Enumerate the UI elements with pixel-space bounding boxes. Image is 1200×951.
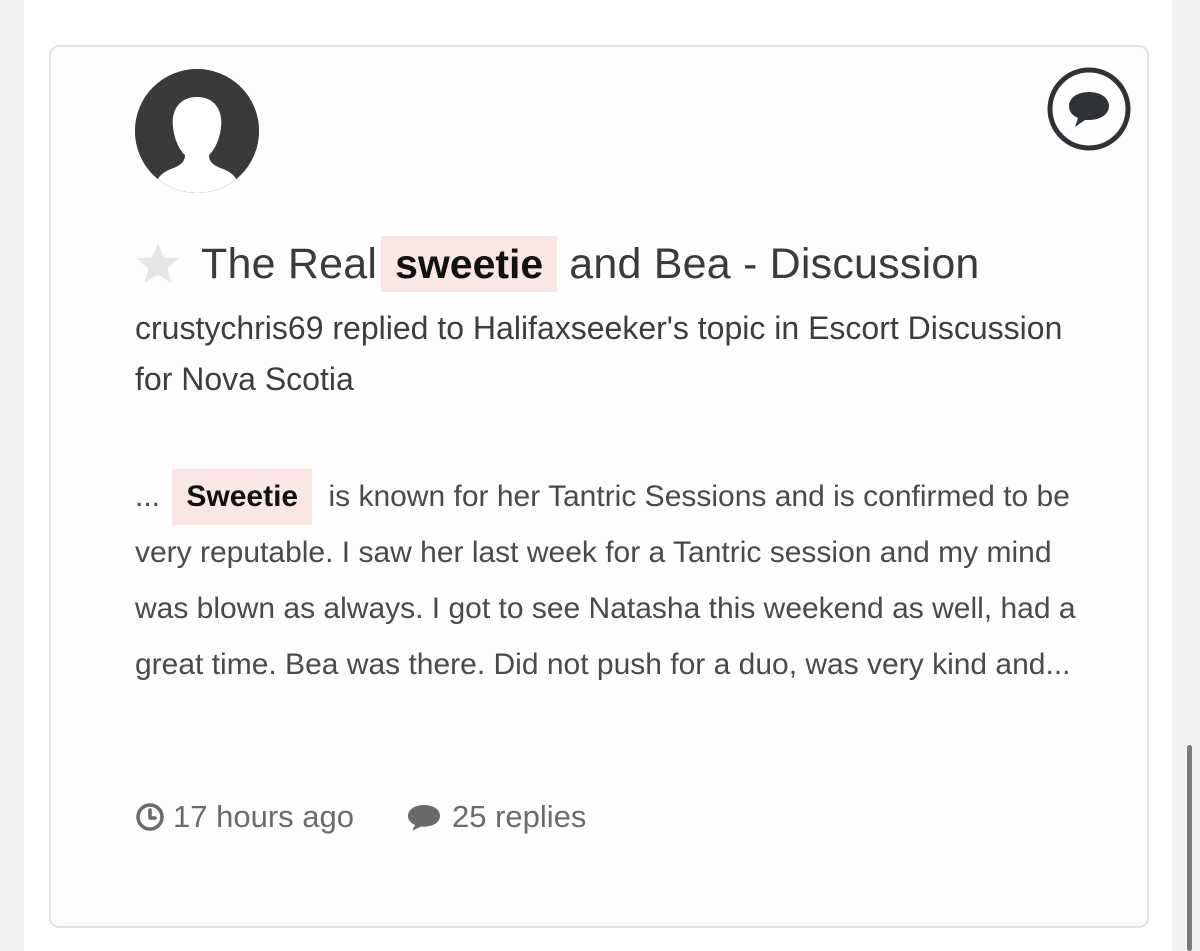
scrollbar[interactable] (1187, 745, 1192, 951)
post-title[interactable]: The Real sweetie and Bea - Discussion (135, 235, 980, 293)
title-text-before[interactable]: The Real (201, 240, 377, 289)
title-search-highlight[interactable]: sweetie (381, 236, 558, 292)
clock-icon (136, 803, 164, 831)
time-ago-label: 17 hours ago (173, 799, 354, 834)
post-replies[interactable]: 25 replies (406, 799, 586, 835)
post-excerpt: ... Sweetie is known for her Tantric Ses… (135, 469, 1095, 693)
title-text-after[interactable]: and Bea - Discussion (569, 240, 979, 289)
speech-bubble-icon (407, 805, 440, 831)
post-meta: crustychris69 replied to Halifaxseeker's… (135, 310, 1063, 397)
comment-bubble-icon (1047, 67, 1131, 151)
user-avatar[interactable] (135, 69, 259, 193)
post-time: 17 hours ago (135, 799, 354, 835)
search-result-card[interactable]: The Real sweetie and Bea - Discussion cr… (49, 45, 1149, 928)
excerpt-ellipsis: ... (135, 480, 161, 513)
star-icon[interactable] (135, 241, 181, 287)
replies-count-label[interactable]: 25 replies (452, 799, 586, 835)
excerpt-search-highlight: Sweetie (172, 469, 313, 525)
post-footer: 17 hours ago 25 replies (135, 792, 586, 842)
